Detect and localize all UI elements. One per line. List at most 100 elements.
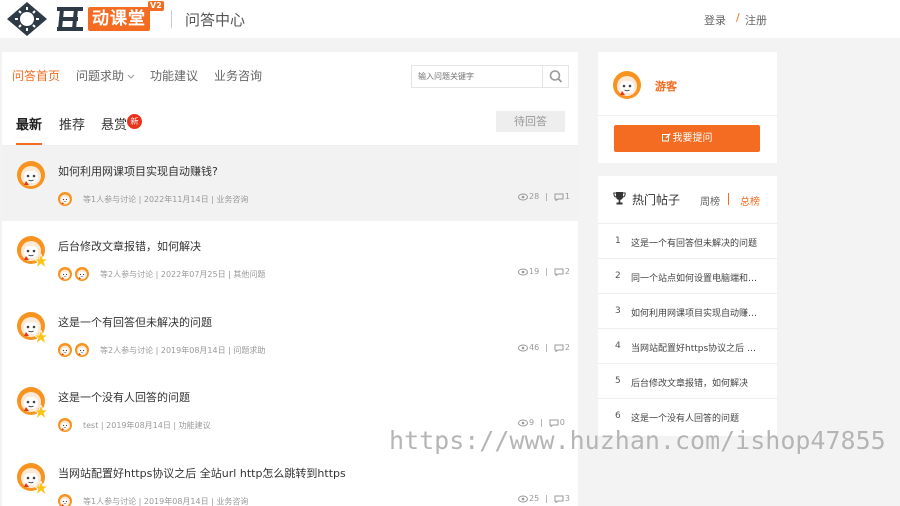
question-item[interactable]: 这是一个有回答但未解决的问题 等2人参与讨论 | 2019年08月14日 | 问…: [2, 297, 578, 372]
eye-icon: [518, 268, 528, 275]
tab-weekly[interactable]: 周榜: [700, 193, 720, 208]
question-meta: 等2人参与讨论 | 2022年07月25日 | 其他问题: [58, 267, 265, 281]
vip-badge-icon: [34, 405, 48, 419]
view-count: 25: [529, 494, 540, 503]
top-header: 动课堂 V2 问答中心 登录 / 注册: [0, 0, 900, 38]
hot-post-rank: 4: [615, 341, 621, 351]
participant-avatar: [75, 267, 89, 281]
nav-home[interactable]: 问答首页: [12, 67, 60, 84]
tab-recommended[interactable]: 推荐: [59, 114, 85, 133]
hot-post-title: 这是一个没有人回答的问题: [631, 414, 740, 424]
comment-icon: [554, 495, 564, 503]
search-input[interactable]: [412, 66, 542, 87]
logo-version-badge: V2: [148, 1, 164, 11]
user-card-divider: [598, 115, 777, 116]
hot-post-rank: 6: [615, 411, 621, 421]
logo-hu-mark-icon: [57, 7, 83, 31]
hot-post-item[interactable]: 5 后台修改文章报错，如何解决: [598, 363, 777, 398]
question-stats: 25 | 3: [518, 494, 570, 503]
hot-tabs-separator: [728, 193, 729, 205]
user-name: 游客: [655, 80, 677, 93]
logo-sun-icon: [7, 2, 47, 36]
avatar: [17, 161, 45, 189]
hot-posts-title: 热门帖子: [632, 193, 681, 207]
nav-business[interactable]: 业务咨询: [214, 67, 262, 84]
chevron-down-icon: [127, 74, 135, 79]
hot-post-item[interactable]: 1 这是一个有回答但未解决的问题: [598, 223, 777, 258]
question-title[interactable]: 后台修改文章报错，如何解决: [58, 238, 201, 254]
trophy-icon: [613, 192, 626, 205]
search-button[interactable]: [542, 66, 568, 87]
stats-separator: |: [545, 494, 548, 503]
unanswered-button[interactable]: 待回答: [496, 111, 565, 132]
vip-badge-icon: [34, 254, 48, 268]
hot-post-rank: 5: [615, 376, 621, 386]
hot-post-title: 这是一个有回答但未解决的问题: [631, 239, 758, 249]
participant-avatar: [58, 192, 72, 206]
answer-count: 2: [564, 343, 570, 352]
participant-avatar: [75, 343, 89, 357]
question-stats: 46 | 2: [518, 343, 570, 352]
nav-help[interactable]: 问题求助: [76, 67, 135, 84]
question-meta: 等1人参与讨论 | 2022年11月14日 | 业务咨询: [58, 192, 248, 206]
answer-count: 3: [564, 494, 570, 503]
comment-icon: [554, 193, 564, 201]
question-item[interactable]: 后台修改文章报错，如何解决 等2人参与讨论 | 2022年07月25日 | 其他…: [2, 221, 578, 296]
question-meta-text: 等1人参与讨论 | 2019年08月14日 | 业务咨询: [83, 496, 249, 506]
question-meta-text: 等1人参与讨论 | 2022年11月14日 | 业务咨询: [83, 194, 249, 204]
header-divider: [171, 10, 172, 28]
stats-separator: |: [545, 267, 548, 276]
question-title[interactable]: 当网站配置好https协议之后 全站url http怎么跳转到https: [58, 465, 346, 481]
tab-latest[interactable]: 最新: [16, 114, 42, 133]
comment-icon: [554, 344, 564, 352]
question-meta: 等1人参与讨论 | 2019年08月14日 | 业务咨询: [58, 494, 248, 506]
question-meta-text: 等2人参与讨论 | 2022年07月25日 | 其他问题: [100, 269, 266, 279]
participant-avatar: [58, 418, 72, 432]
question-meta: 等2人参与讨论 | 2019年08月14日 | 问题求助: [58, 343, 265, 357]
answer-count: 2: [564, 267, 570, 276]
ask-question-label: 我要提问: [672, 133, 713, 144]
vip-badge-icon: [34, 481, 48, 495]
participant-avatar: [58, 267, 72, 281]
search-icon: [549, 70, 563, 83]
eye-icon: [518, 344, 528, 351]
user-card: 游客 我要提问: [598, 52, 777, 163]
auth-separator: /: [736, 11, 740, 24]
participant-avatar: [58, 494, 72, 506]
question-item[interactable]: 如何利用网课项目实现自动赚钱? 等1人参与讨论 | 2022年11月14日 | …: [2, 146, 578, 221]
hot-post-item[interactable]: 2 同一个站点如何设置电脑端和手机端: [598, 258, 777, 293]
question-title[interactable]: 这是一个没有人回答的问题: [58, 389, 190, 405]
logo-text: 动课堂: [88, 7, 150, 31]
avatar: [613, 71, 641, 99]
hot-post-rank: 1: [615, 236, 621, 246]
hot-post-title: 当网站配置好https协议之后 全站url http怎么跳转到https: [631, 344, 761, 354]
hot-post-item[interactable]: 4 当网站配置好https协议之后 全站url http怎么跳转到https: [598, 328, 777, 363]
login-link[interactable]: 登录: [704, 12, 726, 28]
question-meta: test | 2019年08月14日 | 功能建议: [58, 418, 211, 432]
new-badge: 新: [127, 114, 142, 129]
question-stats: 28 | 1: [518, 192, 570, 201]
register-link[interactable]: 注册: [745, 12, 767, 28]
tab-all-time[interactable]: 总榜: [740, 193, 760, 208]
ask-question-button[interactable]: 我要提问: [614, 125, 760, 152]
watermark-text: https://www.huzhan.com/ishop47855: [389, 426, 886, 455]
question-title[interactable]: 这是一个有回答但未解决的问题: [58, 314, 212, 330]
view-count: 46: [529, 343, 540, 352]
eye-icon: [518, 193, 528, 200]
question-item[interactable]: 当网站配置好https协议之后 全站url http怎么跳转到https 等1人…: [2, 448, 578, 506]
nav-suggestions[interactable]: 功能建议: [150, 67, 198, 84]
hot-posts-card: 热门帖子 周榜 总榜 1 这是一个有回答但未解决的问题 2 同一个站点如何设置电…: [598, 176, 777, 436]
question-stats: 19 | 2: [518, 267, 570, 276]
stats-separator: |: [545, 192, 548, 201]
hot-post-rank: 3: [615, 306, 621, 316]
stats-separator: |: [545, 343, 548, 352]
hot-post-title: 如何利用网课项目实现自动赚钱?: [631, 309, 761, 319]
hot-post-item[interactable]: 3 如何利用网课项目实现自动赚钱?: [598, 293, 777, 328]
view-count: 28: [529, 192, 540, 201]
comment-icon: [554, 268, 564, 276]
tab-bounty[interactable]: 悬赏: [101, 114, 127, 133]
hot-post-title: 同一个站点如何设置电脑端和手机端: [631, 274, 761, 284]
eye-icon: [518, 495, 528, 502]
view-count: 19: [529, 267, 540, 276]
question-title[interactable]: 如何利用网课项目实现自动赚钱?: [58, 163, 218, 179]
